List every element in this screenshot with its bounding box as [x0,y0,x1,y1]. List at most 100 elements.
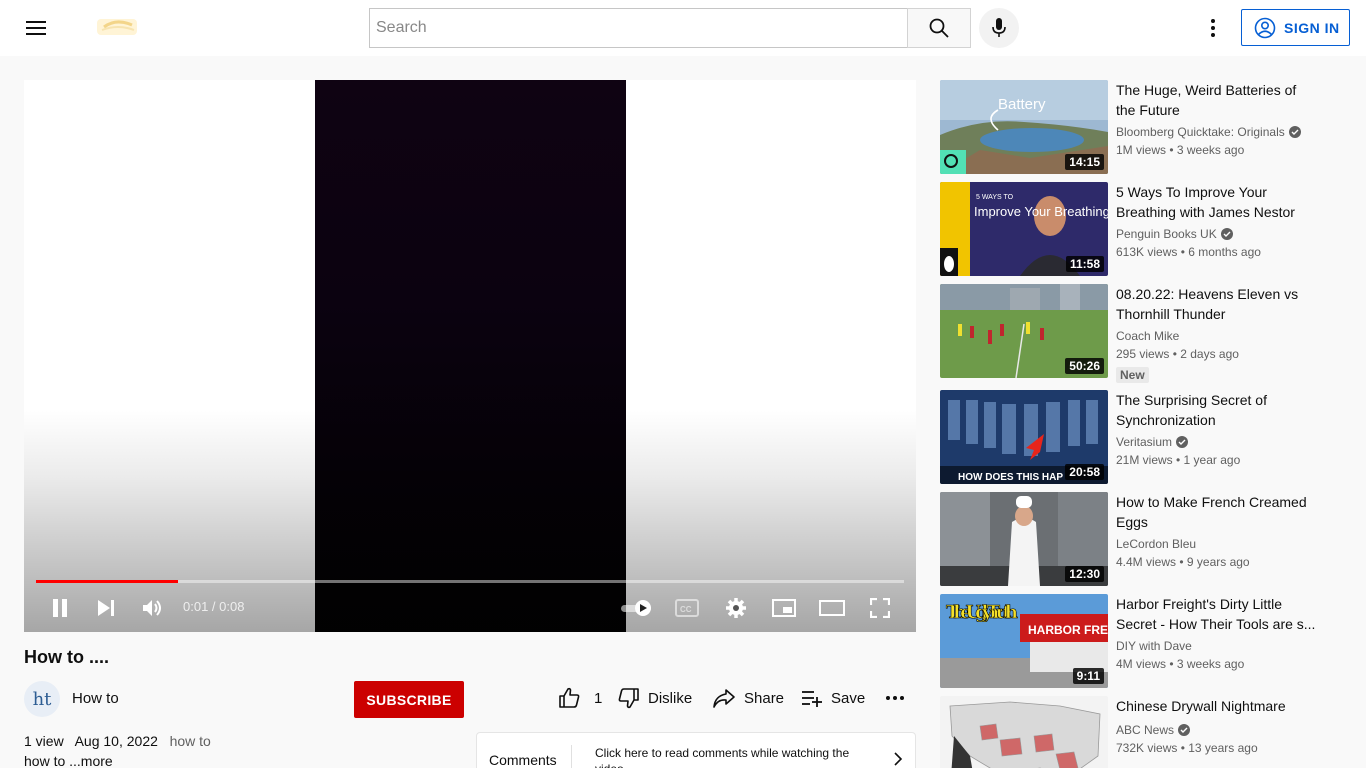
recommendation-meta: 4.4M views • 9 years ago [1116,555,1250,569]
progress-bar[interactable] [36,580,904,583]
thumbnail[interactable]: HOW DOES THIS HAP 20:58 [940,390,1108,484]
more-actions-button[interactable] [885,686,905,710]
recommendation-title[interactable]: The Surprising Secret of Synchronization [1116,390,1316,430]
recommendation-channel[interactable]: LeCordon Bleu [1116,537,1196,551]
recommendation-meta: 613K views • 6 months ago [1116,245,1261,259]
mute-button[interactable] [138,596,168,620]
youtube-logo[interactable] [96,16,138,38]
channel-name[interactable]: How to [72,690,119,707]
recommendation-meta: 4M views • 3 weeks ago [1116,657,1245,671]
thumbnail[interactable]: Battery 14:15 [940,80,1108,174]
recommendation-item[interactable]: 12:30 How to Make French Creamed Eggs Le… [940,492,1330,586]
recommendation-item[interactable]: 50:26 08.20.22: Heavens Eleven vs Thornh… [940,284,1330,383]
recommendation-channel[interactable]: Penguin Books UK [1116,227,1233,241]
thumbnail[interactable]: 50:26 [940,284,1108,378]
duration-badge: 50:26 [1065,358,1104,374]
closed-captions-icon: CC [675,599,699,617]
theater-mode-button[interactable] [816,596,848,620]
recommendation-channel[interactable]: DIY with Dave [1116,639,1192,653]
like-count: 1 [594,689,603,707]
progress-played [36,580,179,583]
duration-badge: 14:15 [1065,154,1104,170]
sign-in-button[interactable]: SIGN IN [1241,9,1350,46]
recommendation-title[interactable]: 5 Ways To Improve Your Breathing with Ja… [1116,182,1316,222]
thumbnail[interactable] [940,696,1108,768]
recommendation-item[interactable]: Battery 14:15 The Huge, Weird Batteries … [940,80,1330,174]
description-snippet: how to [169,733,211,749]
verified-icon [1176,436,1189,448]
channel-name-label: Bloomberg Quicktake: Originals [1116,125,1285,139]
recommendation-item[interactable]: HOW DOES THIS HAP 20:58 The Surprising S… [940,390,1330,484]
recommendation-channel[interactable]: Coach Mike [1116,329,1179,343]
settings-menu-button[interactable] [1193,8,1233,48]
search-button[interactable] [907,8,971,48]
account-icon [1254,17,1276,38]
like-button[interactable]: 1 [558,686,602,710]
thumbnail-text: The Ugly Truth [946,602,1018,623]
channel-avatar[interactable]: ht [24,681,60,717]
recommendation-title[interactable]: Harbor Freight's Dirty Little Secret - H… [1116,594,1316,634]
channel-name-label: LeCordon Bleu [1116,537,1197,551]
recommendation-channel[interactable]: Veritasium [1116,435,1189,449]
description-snippet-2: how to [24,753,66,768]
search-box [369,8,908,48]
comments-label: Comments [489,752,557,768]
settings-button[interactable] [721,596,751,620]
playlist-add-icon [802,691,822,707]
gear-icon [726,598,746,618]
skip-next-icon [98,600,114,616]
description-meta[interactable]: 1 view Aug 10, 2022 how to [24,733,211,749]
masthead: SIGN IN [0,0,1366,56]
thumbnail-text: HOW DOES THIS HAP [958,472,1063,483]
save-button[interactable]: Save [801,686,865,710]
recommendation-meta: 1M views • 3 weeks ago [1116,143,1245,157]
channel-avatar-initials: ht [32,688,52,710]
duration-badge: 20:58 [1065,464,1104,480]
fullscreen-button[interactable] [865,596,895,620]
guide-menu-button[interactable] [16,8,56,48]
pause-button[interactable] [46,596,74,620]
voice-search-button[interactable] [979,8,1019,48]
share-button[interactable]: Share [712,686,784,710]
verified-icon [1288,126,1301,138]
show-more-link[interactable]: ...more [69,753,113,768]
hamburger-icon [26,21,46,35]
subscribe-button[interactable]: SUBSCRIBE [354,681,464,718]
recommendation-item[interactable]: HARBOR FREIGHT The Ugly Truth 9:11 Harbo… [940,594,1330,688]
view-count: 1 view [24,733,64,749]
share-icon [713,689,735,708]
video-player[interactable]: 0:01 / 0:08 CC [24,80,916,632]
search-input[interactable] [376,19,908,37]
thumbnail[interactable]: 5 WAYS TO Improve Your Breathing 11:58 [940,182,1108,276]
recommendation-item[interactable]: 5 WAYS TO Improve Your Breathing 11:58 5… [940,182,1330,276]
autoplay-toggle[interactable] [618,596,656,620]
recommendation-channel[interactable]: Bloomberg Quicktake: Originals [1116,125,1301,139]
recommendation-title[interactable]: Chinese Drywall Nightmare [1116,696,1316,716]
dislike-button[interactable]: Dislike [618,686,692,710]
recommendation-title[interactable]: 08.20.22: Heavens Eleven vs Thornhill Th… [1116,284,1316,324]
verified-icon [1178,724,1191,736]
thumbnail-text: Improve Your Breathing [974,204,1108,219]
recommendation-title[interactable]: How to Make French Creamed Eggs [1116,492,1316,532]
save-label: Save [831,689,866,707]
pause-icon [53,599,67,617]
recommendation-item[interactable]: Chinese Drywall Nightmare ABC News 732K … [940,696,1330,768]
svg-text:CC: CC [680,605,692,614]
video-title: How to .... [24,647,109,667]
thumbnail[interactable]: HARBOR FREIGHT The Ugly Truth 9:11 [940,594,1108,688]
miniplayer-button[interactable] [769,596,799,620]
verified-icon [1220,228,1233,240]
description-second-line[interactable]: how to ...more [24,753,113,768]
channel-name-label: DIY with Dave [1116,639,1192,653]
chevron-right-icon [893,751,903,768]
recommendation-channel[interactable]: ABC News [1116,723,1191,737]
duration-badge: 11:58 [1065,256,1104,272]
subtitles-button[interactable]: CC [672,596,702,620]
comments-teaser[interactable]: Comments Click here to read comments whi… [476,732,916,768]
thumbnail[interactable]: 12:30 [940,492,1108,586]
microphone-icon [992,18,1006,37]
recommendation-title[interactable]: The Huge, Weird Batteries of the Future [1116,80,1316,120]
thumbnail-small-text: 5 WAYS TO [976,194,1014,201]
recommendation-meta: 732K views • 13 years ago [1116,741,1258,755]
next-button[interactable] [92,596,120,620]
